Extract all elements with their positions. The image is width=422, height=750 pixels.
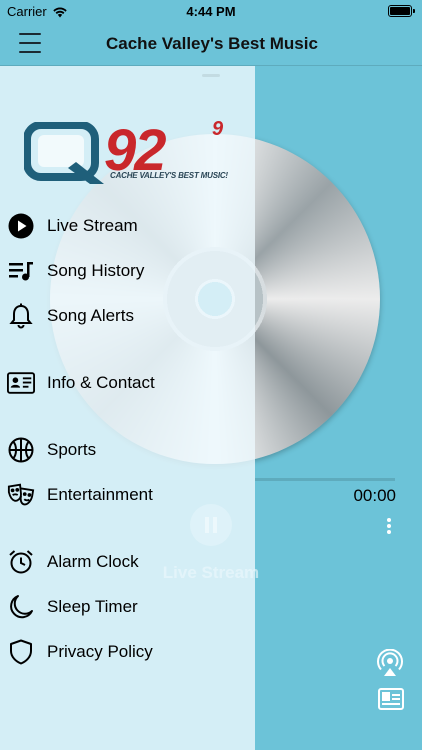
drawer-grabber — [202, 74, 220, 77]
menu-item-label: Song History — [47, 261, 145, 280]
logo-number: 92 — [104, 118, 166, 183]
bell-icon — [7, 302, 35, 330]
menu-item-song-alerts[interactable]: Song Alerts — [0, 296, 255, 336]
menu-item-sleep-timer[interactable]: Sleep Timer — [0, 587, 255, 627]
menu-item-live-stream[interactable]: Live Stream — [0, 206, 255, 246]
menu-item-label: Entertainment — [47, 485, 153, 504]
shield-icon — [7, 638, 35, 666]
menu-item-label: Info & Contact — [47, 373, 155, 392]
menu-item-alarm-clock[interactable]: Alarm Clock — [0, 542, 255, 582]
menu-icon[interactable] — [19, 33, 41, 54]
airplay-icon[interactable] — [376, 649, 404, 677]
logo-superscript: 9 — [212, 118, 224, 140]
battery-icon — [388, 5, 415, 17]
logo-q-mark — [24, 122, 104, 184]
station-logo: 92 9 CACHE VALLEY'S BEST MUSIC! — [24, 118, 234, 190]
menu-item-info-contact[interactable]: Info & Contact — [0, 363, 255, 403]
side-drawer: 92 9 CACHE VALLEY'S BEST MUSIC! Live Str… — [0, 66, 255, 750]
basketball-icon — [7, 436, 35, 464]
logo-tagline: CACHE VALLEY'S BEST MUSIC! — [110, 171, 228, 180]
playback-progress-bar[interactable] — [255, 478, 395, 481]
nav-title: Cache Valley's Best Music — [106, 34, 318, 53]
menu-item-label: Live Stream — [47, 216, 138, 235]
status-time: 4:44 PM — [186, 4, 236, 19]
theater-masks-icon — [7, 481, 35, 509]
menu-item-entertainment[interactable]: Entertainment — [0, 475, 255, 515]
status-bar: Carrier 4:44 PM — [0, 0, 422, 22]
contact-card-icon[interactable] — [378, 688, 404, 710]
alarm-clock-icon — [7, 548, 35, 576]
menu-item-sports[interactable]: Sports — [0, 430, 255, 470]
contact-card-icon — [7, 369, 35, 397]
elapsed-time: 00:00 — [353, 486, 396, 505]
menu-item-song-history[interactable]: Song History — [0, 251, 255, 291]
menu-item-label: Sleep Timer — [47, 597, 138, 616]
more-options-icon[interactable] — [387, 518, 391, 536]
menu-item-label: Privacy Policy — [47, 642, 153, 661]
menu-item-privacy-policy[interactable]: Privacy Policy — [0, 632, 255, 672]
menu-item-label: Sports — [47, 440, 97, 459]
music-list-icon — [7, 257, 35, 285]
menu-item-label: Song Alerts — [47, 306, 134, 325]
menu-item-label: Alarm Clock — [47, 552, 139, 571]
play-circle-icon — [7, 212, 35, 240]
nav-bar: Cache Valley's Best Music — [0, 22, 422, 66]
moon-icon — [7, 593, 35, 621]
